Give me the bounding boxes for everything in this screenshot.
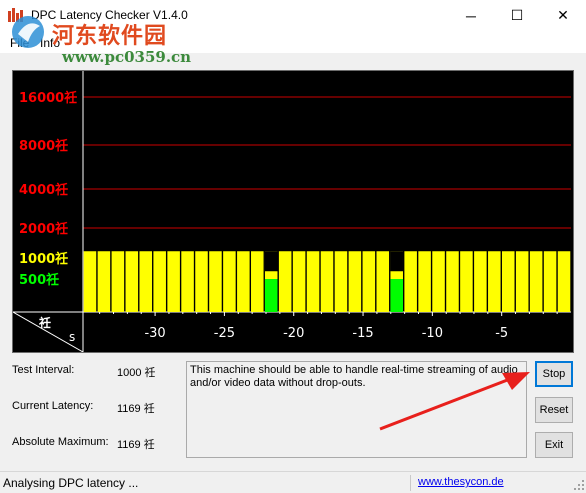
y-tick-label-16000: 16000祍 — [19, 90, 77, 106]
latency-bar — [209, 251, 222, 312]
current-latency-label: Current Latency: — [12, 400, 94, 412]
x-tick-label: -15 — [352, 326, 373, 341]
menu-info[interactable]: Info — [40, 36, 60, 50]
latency-bar — [418, 251, 431, 312]
latency-bar — [111, 251, 125, 312]
latency-bar-green — [264, 279, 278, 312]
test-interval-label: Test Interval: — [12, 364, 75, 376]
latency-bar — [167, 251, 180, 312]
stop-button[interactable]: Stop — [535, 361, 573, 387]
absolute-maximum-label: Absolute Maximum: — [12, 436, 109, 448]
absolute-maximum-value: 1169 祍 — [117, 439, 155, 451]
latency-bar — [292, 251, 306, 312]
latency-bar — [195, 251, 208, 312]
exit-button[interactable]: Exit — [535, 432, 573, 458]
latency-chart: 16000祍 8000祍 4000祍 2000祍 1000祍 500祍祍 s -30 -25 -2… — [12, 70, 574, 353]
latency-bar — [83, 251, 97, 312]
title-bar: DPC Latency Checker V1.4.0 ─ ☐ ✕ — [0, 0, 586, 31]
latency-bar — [515, 251, 529, 312]
latency-bar — [278, 251, 292, 312]
latency-bar — [501, 251, 515, 312]
close-button[interactable]: ✕ — [540, 0, 586, 31]
latency-bar — [543, 251, 557, 312]
latency-bar — [223, 251, 236, 312]
latency-bar — [362, 251, 376, 312]
menu-file[interactable]: File — [10, 36, 29, 50]
latency-bar — [474, 251, 487, 312]
resize-grip-icon[interactable] — [574, 480, 584, 490]
app-icon — [8, 8, 23, 22]
y-tick-label-2000: 2000祍 — [19, 221, 68, 237]
status-text: Analysing DPC latency ... — [3, 476, 139, 490]
latency-bar — [181, 251, 194, 312]
reset-button[interactable]: Reset — [535, 397, 573, 423]
latency-bar — [97, 251, 111, 312]
latency-bar — [125, 251, 139, 312]
latency-bar — [460, 251, 473, 312]
latency-bar — [404, 251, 417, 312]
latency-bar — [376, 251, 390, 312]
status-bar: Analysing DPC latency ... www.thesycon.d… — [0, 471, 586, 493]
latency-bar — [446, 251, 459, 312]
latency-bar — [432, 251, 445, 312]
latency-bar — [488, 251, 501, 312]
window-title: DPC Latency Checker V1.4.0 — [31, 8, 188, 22]
latency-bar — [237, 251, 250, 312]
latency-bar — [348, 251, 362, 312]
corner-unit-label: 祍 — [38, 315, 51, 330]
maximize-button[interactable]: ☐ — [494, 0, 540, 31]
latency-bar — [306, 251, 320, 312]
latency-bar — [334, 251, 348, 312]
latency-bar-green — [390, 279, 403, 312]
y-tick-label-1000: 1000祍 — [19, 251, 68, 267]
annotation-arrow-icon — [379, 372, 530, 431]
latency-bar — [557, 251, 571, 312]
minimize-button[interactable]: ─ — [448, 0, 494, 31]
y-tick-label-500: 500祍 — [19, 272, 59, 288]
corner-seconds-label: s — [69, 330, 75, 344]
bar-gap — [264, 251, 278, 272]
x-tick-label: -5 — [495, 326, 508, 341]
current-latency-value: 1169 祍 — [117, 403, 155, 415]
latency-bar — [251, 251, 264, 312]
x-tick-label: -20 — [283, 326, 304, 341]
x-tick-label: -10 — [422, 326, 443, 341]
menu-bar: File Info — [0, 31, 586, 53]
website-link[interactable]: www.thesycon.de — [418, 476, 504, 488]
y-tick-label-4000: 4000祍 — [19, 182, 68, 198]
latency-chart-svg: 16000祍 8000祍 4000祍 2000祍 1000祍 500祍祍 s -30 -25 -2… — [13, 71, 571, 352]
latency-bar — [139, 251, 153, 312]
latency-bar — [529, 251, 543, 312]
latency-bar — [153, 251, 166, 312]
x-tick-label: -30 — [144, 326, 165, 341]
y-tick-label-8000: 8000祍 — [19, 138, 68, 154]
bar-gap — [390, 251, 403, 272]
x-tick-label: -25 — [214, 326, 235, 341]
status-divider — [410, 475, 411, 491]
latency-bar — [320, 251, 334, 312]
test-interval-value: 1000 祍 — [117, 367, 156, 379]
